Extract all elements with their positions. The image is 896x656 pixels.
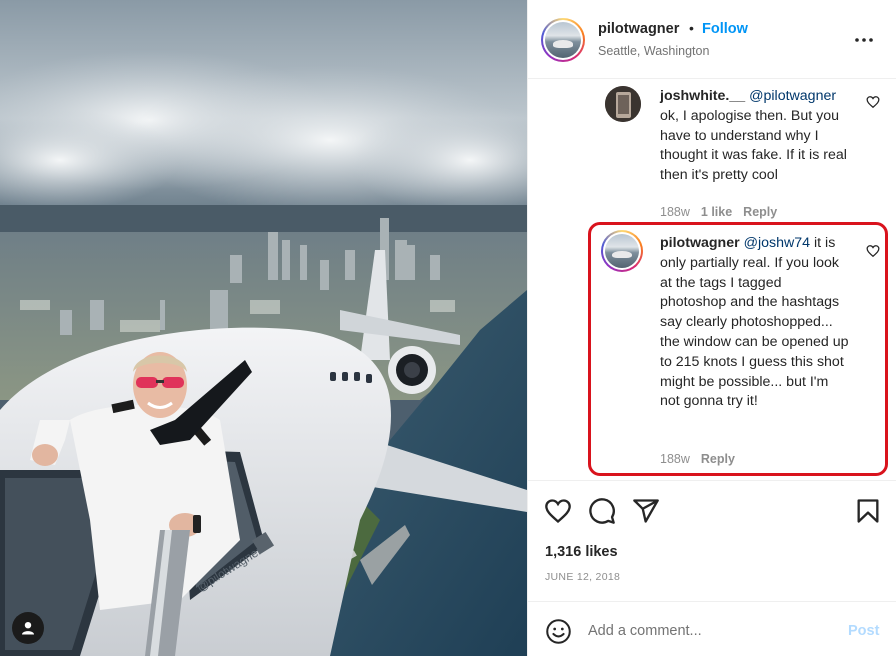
post-header: pilotwagner • Follow Seattle, Washington: [528, 0, 896, 79]
post-actions: 1,316 likes JUNE 12, 2018: [528, 480, 896, 601]
comment-text: ok, I apologise then. But you have to un…: [660, 107, 847, 184]
header-separator: •: [689, 20, 694, 36]
user-icon: [22, 622, 34, 635]
commenter-avatar[interactable]: [601, 230, 643, 272]
commenter-photo: [605, 86, 641, 122]
comment-mention[interactable]: @pilotwagner: [749, 88, 836, 104]
heart-icon[interactable]: [544, 497, 572, 525]
more-options-icon[interactable]: [853, 30, 875, 50]
comments-list[interactable]: joshwhite.__ @pilotwagner ok, I apologis…: [528, 80, 896, 480]
bookmark-icon[interactable]: [854, 497, 882, 525]
comment-username[interactable]: pilotwagner: [660, 235, 740, 251]
comment-icon[interactable]: [588, 497, 616, 525]
comment-age: 188w: [660, 205, 690, 219]
post-date[interactable]: JUNE 12, 2018: [545, 571, 620, 583]
comment-meta: 188w Reply: [660, 452, 746, 466]
comment-reply-button[interactable]: Reply: [743, 205, 777, 219]
post-side-panel: pilotwagner • Follow Seattle, Washington…: [527, 0, 896, 656]
send-icon[interactable]: [632, 497, 660, 525]
comment-meta: 188w 1 like Reply: [660, 205, 788, 219]
comment-reply-button[interactable]: Reply: [701, 452, 735, 466]
author-avatar[interactable]: [541, 18, 585, 62]
comment-like-heart-icon[interactable]: [866, 95, 880, 109]
emoji-icon[interactable]: [545, 618, 572, 645]
likes-count[interactable]: 1,316 likes: [545, 544, 618, 560]
comment-body: joshwhite.__ @pilotwagner ok, I apologis…: [660, 87, 850, 186]
pilot-selfie-image: @pilotwagner: [0, 0, 527, 656]
post-location[interactable]: Seattle, Washington: [598, 44, 709, 58]
comment-age: 188w: [660, 452, 690, 466]
comment-username[interactable]: joshwhite.__: [660, 88, 745, 104]
commenter-avatar[interactable]: [605, 86, 641, 122]
comment-like-heart-icon[interactable]: [866, 244, 880, 258]
author-username[interactable]: pilotwagner: [598, 21, 679, 37]
comment-input[interactable]: [588, 618, 828, 644]
post-photo[interactable]: @pilotwagner: [0, 0, 527, 656]
comment-mention[interactable]: @joshw74: [744, 235, 810, 251]
comment-body: pilotwagner @joshw74 it is only partiall…: [660, 234, 850, 412]
add-comment-bar: Post: [528, 601, 896, 656]
post-comment-button[interactable]: Post: [848, 623, 879, 639]
comment-text: it is only partially real. If you look a…: [660, 235, 849, 410]
tagged-users-button[interactable]: [12, 612, 44, 644]
follow-button[interactable]: Follow: [702, 21, 748, 37]
comment-likes[interactable]: 1 like: [701, 205, 732, 219]
